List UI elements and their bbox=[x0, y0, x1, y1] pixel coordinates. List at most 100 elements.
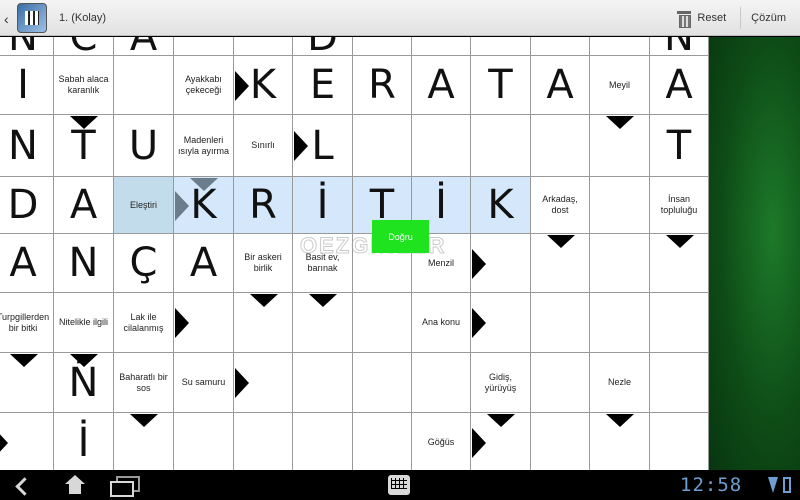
arrow-right-icon bbox=[0, 428, 8, 458]
clue-cell[interactable]: İnsan topluluğu bbox=[650, 177, 709, 234]
empty-cell[interactable] bbox=[650, 293, 709, 353]
clue-cell[interactable]: Gidiş, yürüyüş bbox=[471, 353, 531, 413]
letter-cell[interactable]: U bbox=[114, 115, 174, 177]
empty-cell[interactable] bbox=[412, 353, 471, 413]
letter-cell[interactable]: I bbox=[0, 56, 54, 115]
empty-cell[interactable] bbox=[293, 353, 353, 413]
letter-cell[interactable]: N bbox=[54, 234, 114, 293]
empty-cell[interactable] bbox=[531, 293, 590, 353]
empty-cell[interactable] bbox=[353, 353, 412, 413]
letter-cell[interactable]: A bbox=[0, 234, 54, 293]
back-nav-icon[interactable] bbox=[14, 476, 32, 494]
clue-text: Sınırlı bbox=[251, 140, 275, 150]
clue-cell[interactable]: Su samuru bbox=[174, 353, 234, 413]
correct-toast: Doğru bbox=[372, 220, 429, 253]
letter-cell[interactable]: A bbox=[531, 56, 590, 115]
letter-cell[interactable]: E bbox=[293, 56, 353, 115]
clue-cell[interactable]: Göğüs bbox=[412, 413, 471, 470]
arrow-right-icon bbox=[472, 428, 486, 458]
letter-cell[interactable]: A bbox=[412, 56, 471, 115]
letter-cell[interactable]: D bbox=[0, 177, 54, 234]
letter-cell[interactable]: A bbox=[174, 234, 234, 293]
empty-cell[interactable] bbox=[471, 37, 531, 56]
solution-button[interactable]: Çözüm bbox=[751, 12, 786, 24]
clue-cell[interactable]: Madenleri ısıyla ayırma bbox=[174, 115, 234, 177]
empty-cell[interactable] bbox=[174, 37, 234, 56]
letter-text: E bbox=[309, 62, 336, 108]
empty-cell[interactable] bbox=[471, 115, 531, 177]
empty-cell[interactable] bbox=[0, 413, 54, 470]
empty-cell[interactable] bbox=[353, 293, 412, 353]
letter-text: K bbox=[249, 62, 277, 108]
reset-button[interactable]: Reset bbox=[677, 10, 726, 28]
letter-cell[interactable]: D bbox=[293, 37, 353, 57]
empty-cell[interactable] bbox=[650, 413, 709, 470]
empty-cell[interactable] bbox=[590, 177, 650, 234]
letter-text: K bbox=[487, 182, 514, 228]
clue-cell[interactable]: Ayakkabı çekeceği bbox=[174, 56, 234, 115]
letter-cell[interactable]: N bbox=[0, 115, 54, 177]
action-bar: ‹ 1. (Kolay) Reset Çözüm bbox=[0, 0, 800, 36]
recent-apps-icon[interactable] bbox=[110, 476, 140, 497]
letter-cell[interactable]: İ bbox=[293, 177, 353, 234]
empty-cell[interactable] bbox=[531, 413, 590, 470]
letter-cell[interactable]: İ bbox=[54, 413, 114, 470]
empty-cell[interactable] bbox=[114, 56, 174, 115]
clue-text: Lak ile cilalanmış bbox=[123, 311, 164, 333]
puzzle-title: 1. (Kolay) bbox=[59, 11, 107, 24]
empty-cell[interactable] bbox=[531, 115, 590, 177]
clue-cell[interactable]: Nezle bbox=[590, 353, 650, 413]
empty-cell[interactable] bbox=[293, 413, 353, 470]
clue-cell[interactable]: Baharatlı bir sos bbox=[114, 353, 174, 413]
empty-cell[interactable] bbox=[531, 353, 590, 413]
clue-cell[interactable]: Arkadaş, dost bbox=[531, 177, 590, 234]
empty-cell[interactable] bbox=[174, 413, 234, 470]
empty-cell[interactable] bbox=[590, 234, 650, 293]
letter-cell[interactable]: K bbox=[471, 177, 531, 234]
apps-grid-icon[interactable] bbox=[388, 475, 410, 495]
crossword-board[interactable]: NCADNISabah alaca karanlıkAyakkabı çekec… bbox=[0, 37, 709, 470]
clue-text: Meyil bbox=[608, 79, 630, 90]
letter-cell[interactable]: N bbox=[650, 37, 709, 57]
status-clock: 12:58 bbox=[680, 474, 743, 496]
clue-cell[interactable]: Sınırlı bbox=[234, 115, 293, 177]
clue-cell[interactable]: Nitelikle ilgili bbox=[54, 293, 114, 353]
letter-cell[interactable]: T bbox=[471, 56, 531, 115]
clue-cell[interactable]: Eleştiri bbox=[114, 177, 174, 234]
arrow-right-icon bbox=[175, 308, 189, 338]
empty-cell[interactable] bbox=[353, 115, 412, 177]
empty-cell[interactable] bbox=[590, 293, 650, 353]
empty-cell[interactable] bbox=[590, 37, 650, 56]
clue-cell[interactable]: Lak ile cilalanmış bbox=[114, 293, 174, 353]
up-chevron-icon[interactable]: ‹ bbox=[4, 11, 9, 27]
clue-cell[interactable]: Turpgillerden bir bitki bbox=[0, 293, 54, 353]
empty-cell[interactable] bbox=[353, 413, 412, 470]
letter-cell[interactable]: R bbox=[234, 177, 293, 234]
letter-cell[interactable]: A bbox=[114, 37, 174, 57]
empty-cell[interactable] bbox=[234, 37, 293, 56]
empty-cell[interactable] bbox=[650, 353, 709, 413]
clue-cell[interactable]: Sabah alaca karanlık bbox=[54, 56, 114, 115]
letter-cell[interactable]: N bbox=[0, 37, 54, 57]
empty-cell[interactable] bbox=[412, 115, 471, 177]
clue-cell[interactable]: Bir askeri birlik bbox=[234, 234, 293, 293]
clue-text: Madenleri ısıyla ayırma bbox=[177, 134, 229, 156]
clue-cell[interactable]: Meyil bbox=[590, 56, 650, 115]
app-icon[interactable] bbox=[17, 2, 47, 33]
letter-cell[interactable]: C bbox=[54, 37, 114, 57]
arrow-right-icon bbox=[235, 70, 249, 101]
letter-cell[interactable]: R bbox=[353, 56, 412, 115]
empty-cell[interactable] bbox=[234, 413, 293, 470]
letter-text: A bbox=[9, 240, 37, 286]
empty-cell[interactable] bbox=[412, 37, 471, 56]
letter-cell[interactable]: A bbox=[54, 177, 114, 234]
empty-cell[interactable] bbox=[353, 37, 412, 56]
letter-cell[interactable]: A bbox=[650, 56, 709, 115]
empty-cell[interactable] bbox=[531, 37, 590, 56]
clue-cell[interactable]: Ana konu bbox=[412, 293, 471, 353]
letter-text: T bbox=[369, 182, 395, 228]
letter-cell[interactable]: Ç bbox=[114, 234, 174, 293]
home-nav-icon[interactable] bbox=[64, 475, 86, 495]
letter-cell[interactable]: T bbox=[650, 115, 709, 177]
letter-text: İ bbox=[435, 182, 447, 228]
